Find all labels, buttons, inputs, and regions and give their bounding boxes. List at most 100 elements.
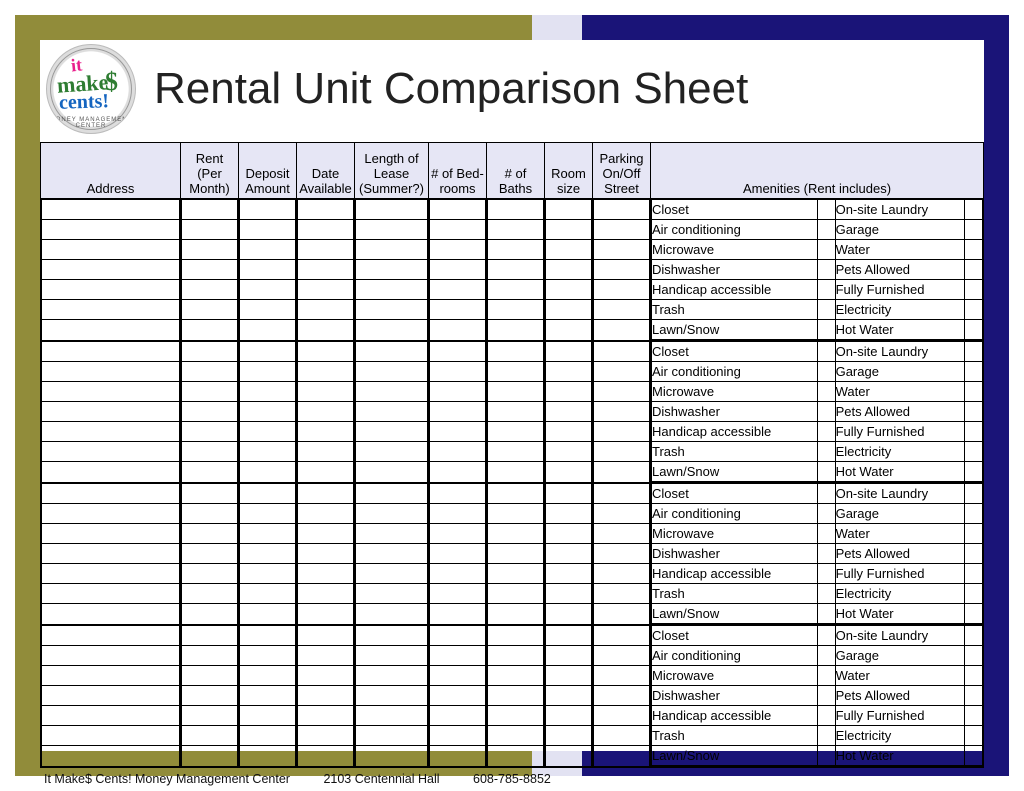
amenity-checkbox[interactable]: [817, 484, 835, 504]
input-cell[interactable]: [181, 625, 239, 767]
input-cell[interactable]: [181, 199, 239, 341]
amenity-checkbox[interactable]: [964, 260, 982, 280]
amenity-checkbox[interactable]: [817, 300, 835, 320]
input-cell[interactable]: [545, 341, 593, 483]
input-cell[interactable]: [545, 199, 593, 341]
amenity-checkbox[interactable]: [964, 422, 982, 442]
input-cell[interactable]: [239, 625, 297, 767]
amenity-checkbox[interactable]: [817, 442, 835, 462]
input-cell[interactable]: [545, 483, 593, 625]
amenity-label: Garage: [835, 504, 964, 524]
amenity-checkbox[interactable]: [817, 504, 835, 524]
input-cell[interactable]: [297, 625, 355, 767]
amenity-checkbox[interactable]: [964, 402, 982, 422]
input-cell[interactable]: [593, 625, 651, 767]
amenity-checkbox[interactable]: [817, 280, 835, 300]
amenity-checkbox[interactable]: [817, 402, 835, 422]
input-cell[interactable]: [297, 199, 355, 341]
amenity-checkbox[interactable]: [964, 484, 982, 504]
border-top-navy: [582, 15, 1009, 40]
amenity-label: Fully Furnished: [835, 564, 964, 584]
amenity-checkbox[interactable]: [964, 320, 982, 340]
input-cell[interactable]: [181, 483, 239, 625]
amenity-checkbox[interactable]: [817, 462, 835, 482]
amenity-checkbox[interactable]: [964, 706, 982, 726]
amenity-checkbox[interactable]: [817, 544, 835, 564]
amenity-checkbox[interactable]: [964, 362, 982, 382]
input-cell[interactable]: [239, 483, 297, 625]
amenity-checkbox[interactable]: [817, 382, 835, 402]
input-cell[interactable]: [487, 625, 545, 767]
amenity-checkbox[interactable]: [964, 240, 982, 260]
amenity-checkbox[interactable]: [817, 706, 835, 726]
amenity-checkbox[interactable]: [817, 422, 835, 442]
input-cell[interactable]: [429, 199, 487, 341]
amenity-checkbox[interactable]: [817, 726, 835, 746]
amenity-checkbox[interactable]: [817, 320, 835, 340]
amenity-checkbox[interactable]: [964, 382, 982, 402]
input-cell[interactable]: [297, 341, 355, 483]
amenity-checkbox[interactable]: [817, 524, 835, 544]
input-cell[interactable]: [487, 341, 545, 483]
input-cell[interactable]: [41, 341, 181, 483]
amenity-checkbox[interactable]: [964, 746, 982, 766]
amenity-checkbox[interactable]: [817, 584, 835, 604]
amenity-checkbox[interactable]: [964, 544, 982, 564]
input-cell[interactable]: [41, 625, 181, 767]
input-cell[interactable]: [41, 483, 181, 625]
amenity-checkbox[interactable]: [817, 362, 835, 382]
amenity-checkbox[interactable]: [817, 342, 835, 362]
input-cell[interactable]: [355, 199, 429, 341]
amenity-checkbox[interactable]: [817, 260, 835, 280]
amenity-checkbox[interactable]: [817, 604, 835, 624]
input-cell[interactable]: [593, 199, 651, 341]
amenity-checkbox[interactable]: [817, 666, 835, 686]
input-cell[interactable]: [355, 625, 429, 767]
amenity-checkbox[interactable]: [817, 564, 835, 584]
input-cell[interactable]: [429, 483, 487, 625]
amenity-label: Dishwasher: [652, 260, 818, 280]
amenity-checkbox[interactable]: [964, 666, 982, 686]
amenity-checkbox[interactable]: [817, 646, 835, 666]
input-cell[interactable]: [487, 483, 545, 625]
input-cell[interactable]: [239, 341, 297, 483]
amenity-label: Electricity: [835, 442, 964, 462]
amenity-checkbox[interactable]: [964, 564, 982, 584]
amenity-checkbox[interactable]: [964, 220, 982, 240]
border-top-pale: [532, 15, 582, 40]
input-cell[interactable]: [429, 341, 487, 483]
input-cell[interactable]: [593, 483, 651, 625]
amenity-checkbox[interactable]: [817, 220, 835, 240]
amenity-checkbox[interactable]: [964, 504, 982, 524]
amenity-checkbox[interactable]: [964, 604, 982, 624]
input-cell[interactable]: [41, 199, 181, 341]
amenity-checkbox[interactable]: [817, 240, 835, 260]
amenity-checkbox[interactable]: [964, 524, 982, 544]
amenity-label: Lawn/Snow: [652, 320, 818, 340]
col-roomsize: Room size: [545, 143, 593, 199]
amenity-checkbox[interactable]: [964, 342, 982, 362]
input-cell[interactable]: [545, 625, 593, 767]
amenity-checkbox[interactable]: [817, 746, 835, 766]
amenity-checkbox[interactable]: [964, 686, 982, 706]
amenity-checkbox[interactable]: [964, 200, 982, 220]
input-cell[interactable]: [429, 625, 487, 767]
amenity-checkbox[interactable]: [964, 584, 982, 604]
input-cell[interactable]: [593, 341, 651, 483]
amenity-checkbox[interactable]: [964, 626, 982, 646]
amenity-checkbox[interactable]: [964, 280, 982, 300]
amenity-checkbox[interactable]: [817, 200, 835, 220]
amenity-checkbox[interactable]: [964, 300, 982, 320]
input-cell[interactable]: [181, 341, 239, 483]
amenity-checkbox[interactable]: [964, 646, 982, 666]
amenity-checkbox[interactable]: [817, 686, 835, 706]
amenity-checkbox[interactable]: [817, 626, 835, 646]
amenity-checkbox[interactable]: [964, 442, 982, 462]
input-cell[interactable]: [297, 483, 355, 625]
amenity-checkbox[interactable]: [964, 462, 982, 482]
input-cell[interactable]: [355, 483, 429, 625]
amenity-checkbox[interactable]: [964, 726, 982, 746]
input-cell[interactable]: [355, 341, 429, 483]
input-cell[interactable]: [487, 199, 545, 341]
input-cell[interactable]: [239, 199, 297, 341]
